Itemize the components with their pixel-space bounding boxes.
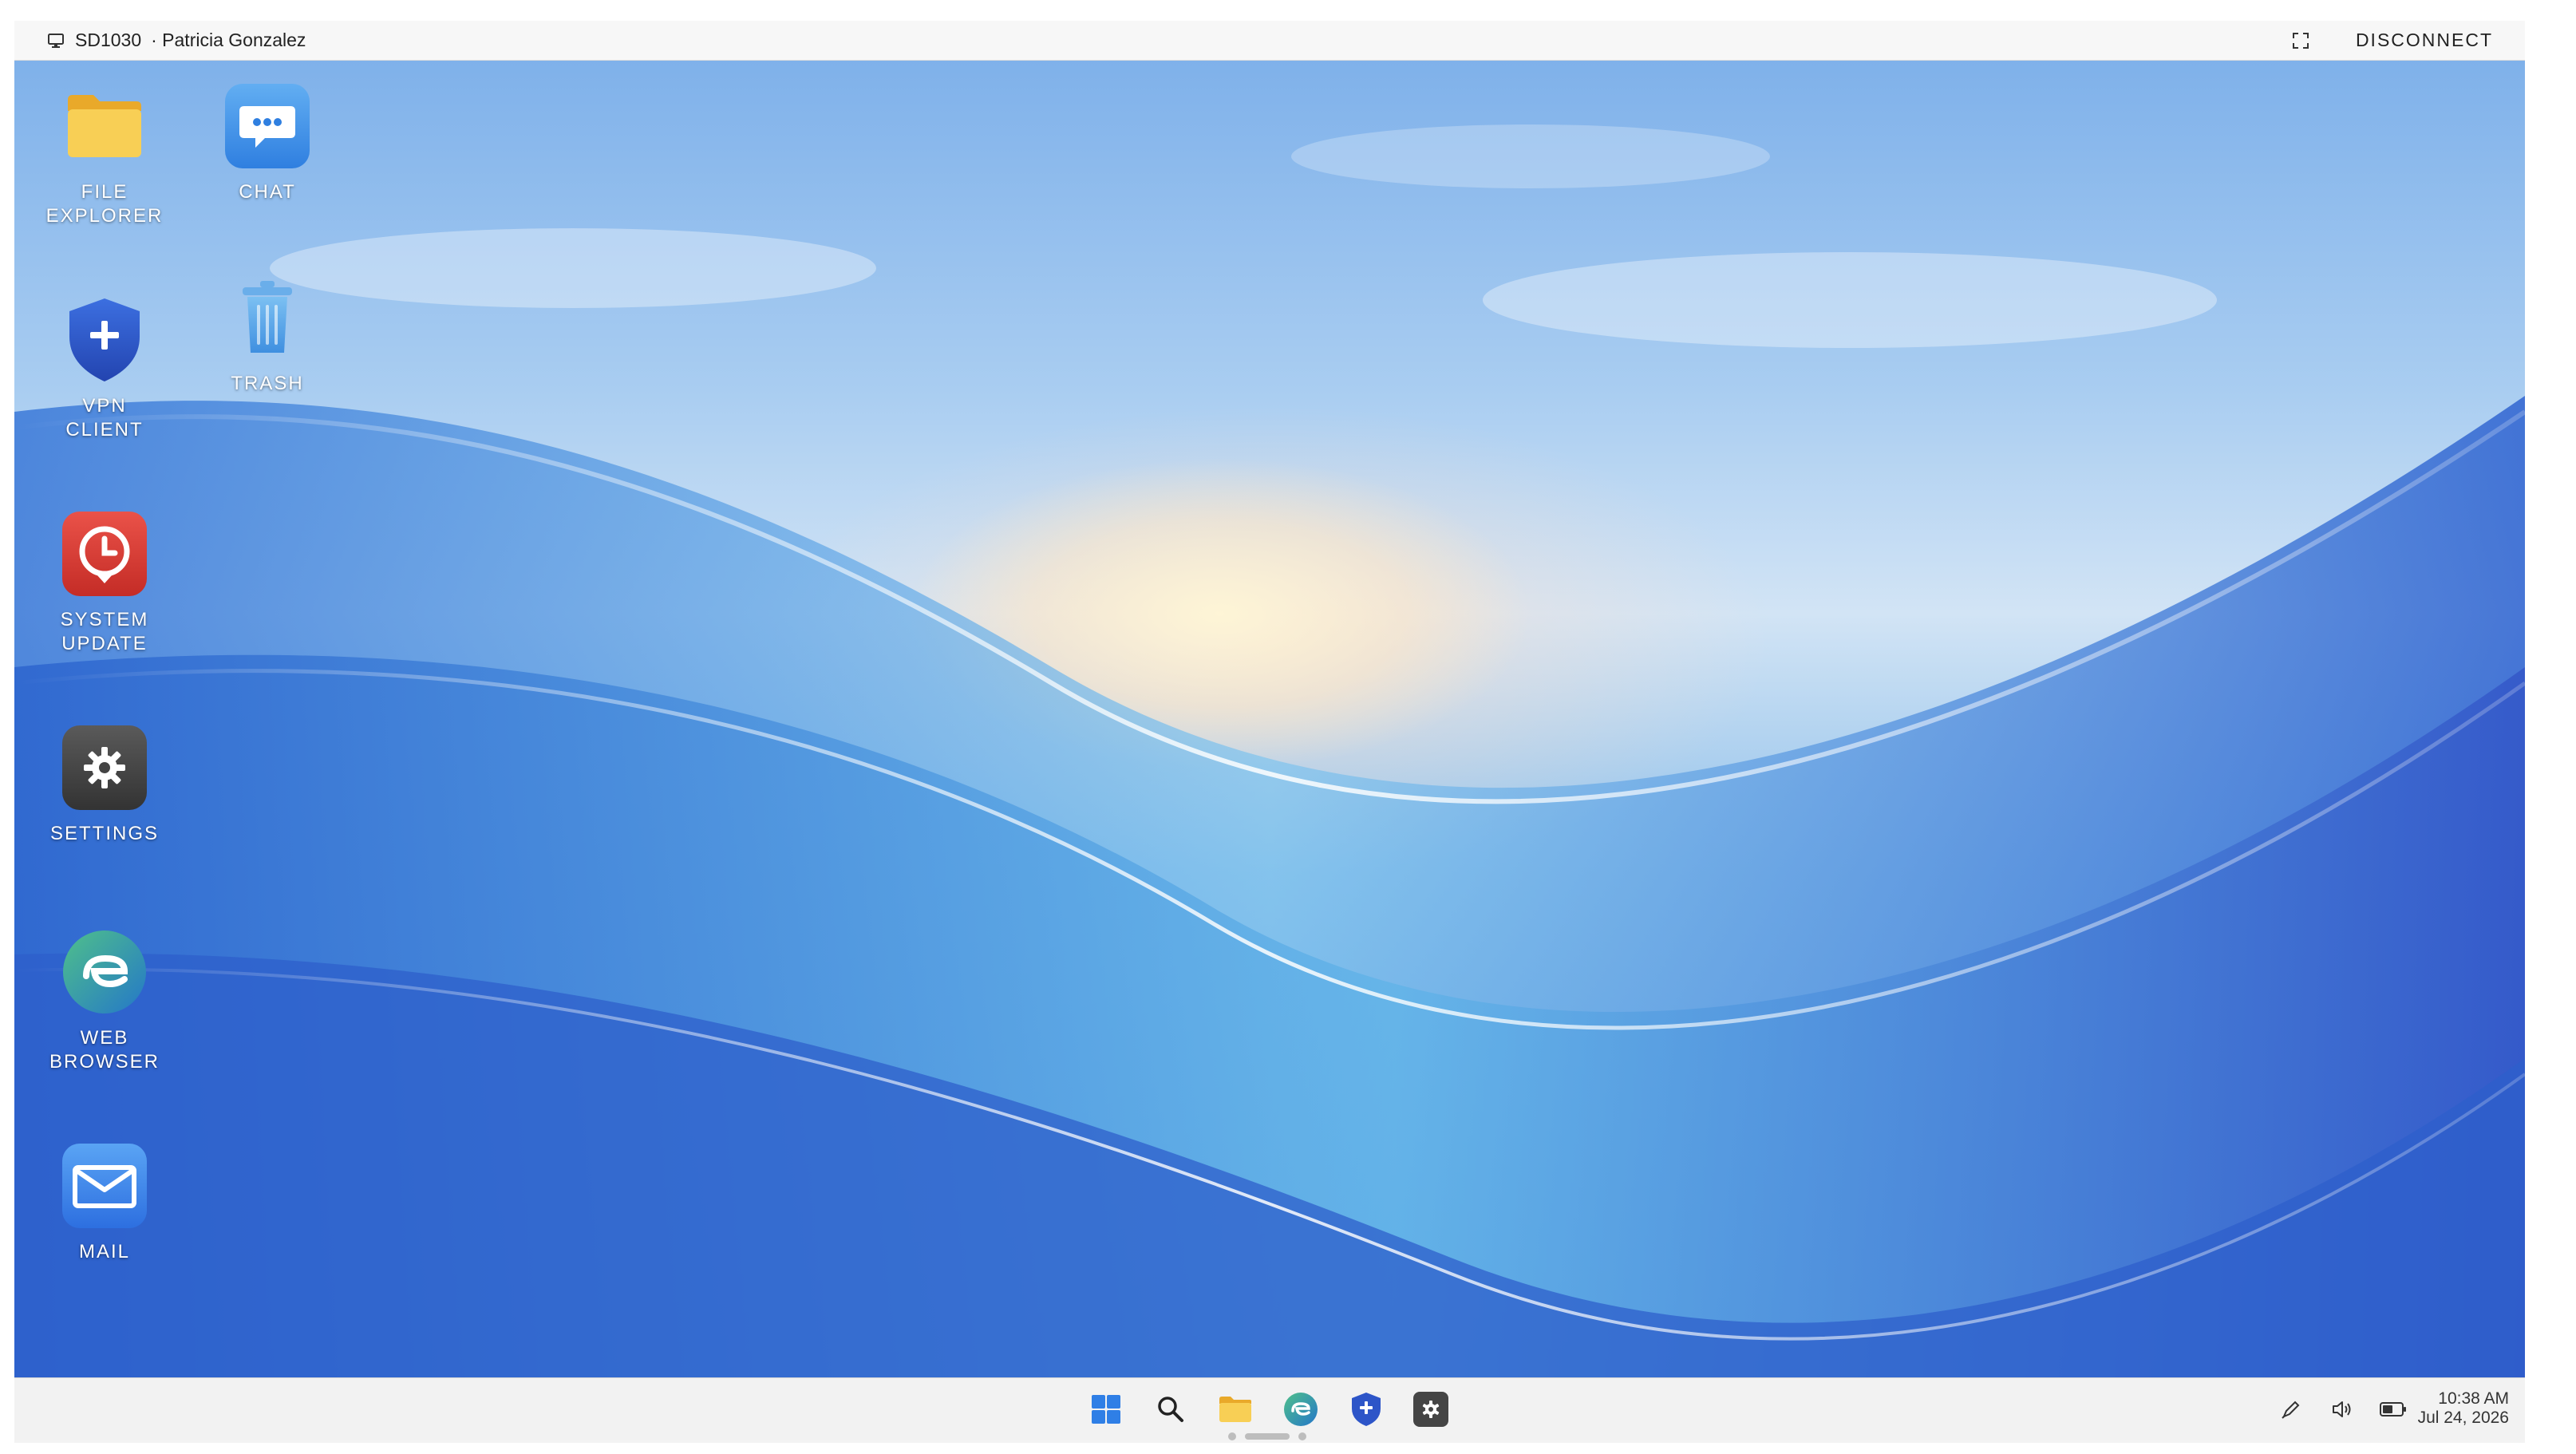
monitor-icon xyxy=(48,33,64,48)
shield-plus-icon xyxy=(61,297,148,383)
volume-icon xyxy=(2333,1401,2351,1417)
taskbar: 10:38 AM Jul 24, 2026 xyxy=(14,1377,2525,1440)
start-icon xyxy=(1092,1395,1120,1424)
machine-id: SD1030 xyxy=(75,30,142,50)
desktop-icon-web-browser[interactable]: WEB BROWSER xyxy=(25,929,184,1074)
desktop-icon-label: SETTINGS xyxy=(49,823,159,844)
taskbar-file-explorer[interactable] xyxy=(1217,1391,1254,1428)
taskbar-web-browser[interactable] xyxy=(1282,1391,1319,1428)
desktop-icon-file-explorer[interactable]: FILE EXPLORER xyxy=(25,83,184,228)
desktop-icon-label: WEB BROWSER xyxy=(49,1027,160,1073)
desktop-icon-vpn-client[interactable]: VPN CLIENT xyxy=(25,297,184,442)
taskbar-search-button[interactable] xyxy=(1152,1391,1189,1428)
desktop-icon-label: MAIL xyxy=(78,1241,130,1262)
gear-icon xyxy=(61,725,148,811)
session-bar: SD1030 · Patricia Gonzalez DISCONNECT xyxy=(14,21,2525,61)
desktop-icon-trash[interactable]: TRASH xyxy=(188,275,347,396)
gear-icon xyxy=(1413,1392,1448,1427)
tray-volume[interactable] xyxy=(2329,1396,2356,1423)
desktop-icon-label: TRASH xyxy=(231,373,304,394)
desktop-icon-label: CHAT xyxy=(239,181,296,203)
browser-icon xyxy=(1284,1393,1318,1426)
trash-icon xyxy=(224,275,310,361)
desktop-icon-label: SYSTEM UPDATE xyxy=(60,609,149,654)
search-icon xyxy=(1158,1397,1183,1422)
desktop-icon-chat[interactable]: CHAT xyxy=(188,83,347,204)
desktop-icon-mail[interactable]: MAIL xyxy=(25,1143,184,1264)
desktop-icon-label: FILE EXPLORER xyxy=(45,181,164,227)
clock-time: 10:38 AM xyxy=(2438,1389,2509,1408)
taskbar-clock[interactable]: 10:38 AM Jul 24, 2026 xyxy=(2418,1389,2509,1428)
session-user: · Patricia Gonzalez xyxy=(151,30,306,50)
taskbar-settings[interactable] xyxy=(1412,1391,1449,1428)
chat-icon xyxy=(224,83,310,169)
desktop-icon-label: VPN CLIENT xyxy=(65,395,144,441)
browser-icon xyxy=(61,929,148,1015)
tray-pen[interactable] xyxy=(2278,1396,2305,1423)
shield-plus-icon xyxy=(1352,1393,1381,1426)
folder-icon xyxy=(1219,1397,1251,1422)
remote-session-window: SD1030 · Patricia Gonzalez DISCONNECT FI… xyxy=(14,21,2525,1443)
desktop-icon-system-update[interactable]: SYSTEM UPDATE xyxy=(25,511,184,656)
taskbar-vpn-client[interactable] xyxy=(1348,1391,1385,1428)
desktop[interactable]: FILE EXPLORER CHAT VPN CLIENT TRASH SYST… xyxy=(14,61,2525,1377)
folder-icon xyxy=(61,83,148,169)
session-info: SD1030 · Patricia Gonzalez xyxy=(46,30,306,51)
wallpaper xyxy=(14,124,2525,1377)
pen-icon xyxy=(2282,1401,2300,1419)
fullscreen-button[interactable] xyxy=(2289,29,2313,53)
disconnect-button[interactable]: DISCONNECT xyxy=(2356,30,2493,51)
start-button[interactable] xyxy=(1088,1391,1124,1428)
window-drag-handle[interactable] xyxy=(1227,1432,1315,1441)
battery-icon xyxy=(2380,1402,2406,1416)
desktop-icon-settings[interactable]: SETTINGS xyxy=(25,725,184,846)
clock-icon xyxy=(61,511,148,597)
fullscreen-icon xyxy=(2292,32,2309,49)
mail-icon xyxy=(61,1143,148,1229)
clock-date: Jul 24, 2026 xyxy=(2417,1409,2509,1427)
tray-battery[interactable] xyxy=(2380,1396,2407,1423)
